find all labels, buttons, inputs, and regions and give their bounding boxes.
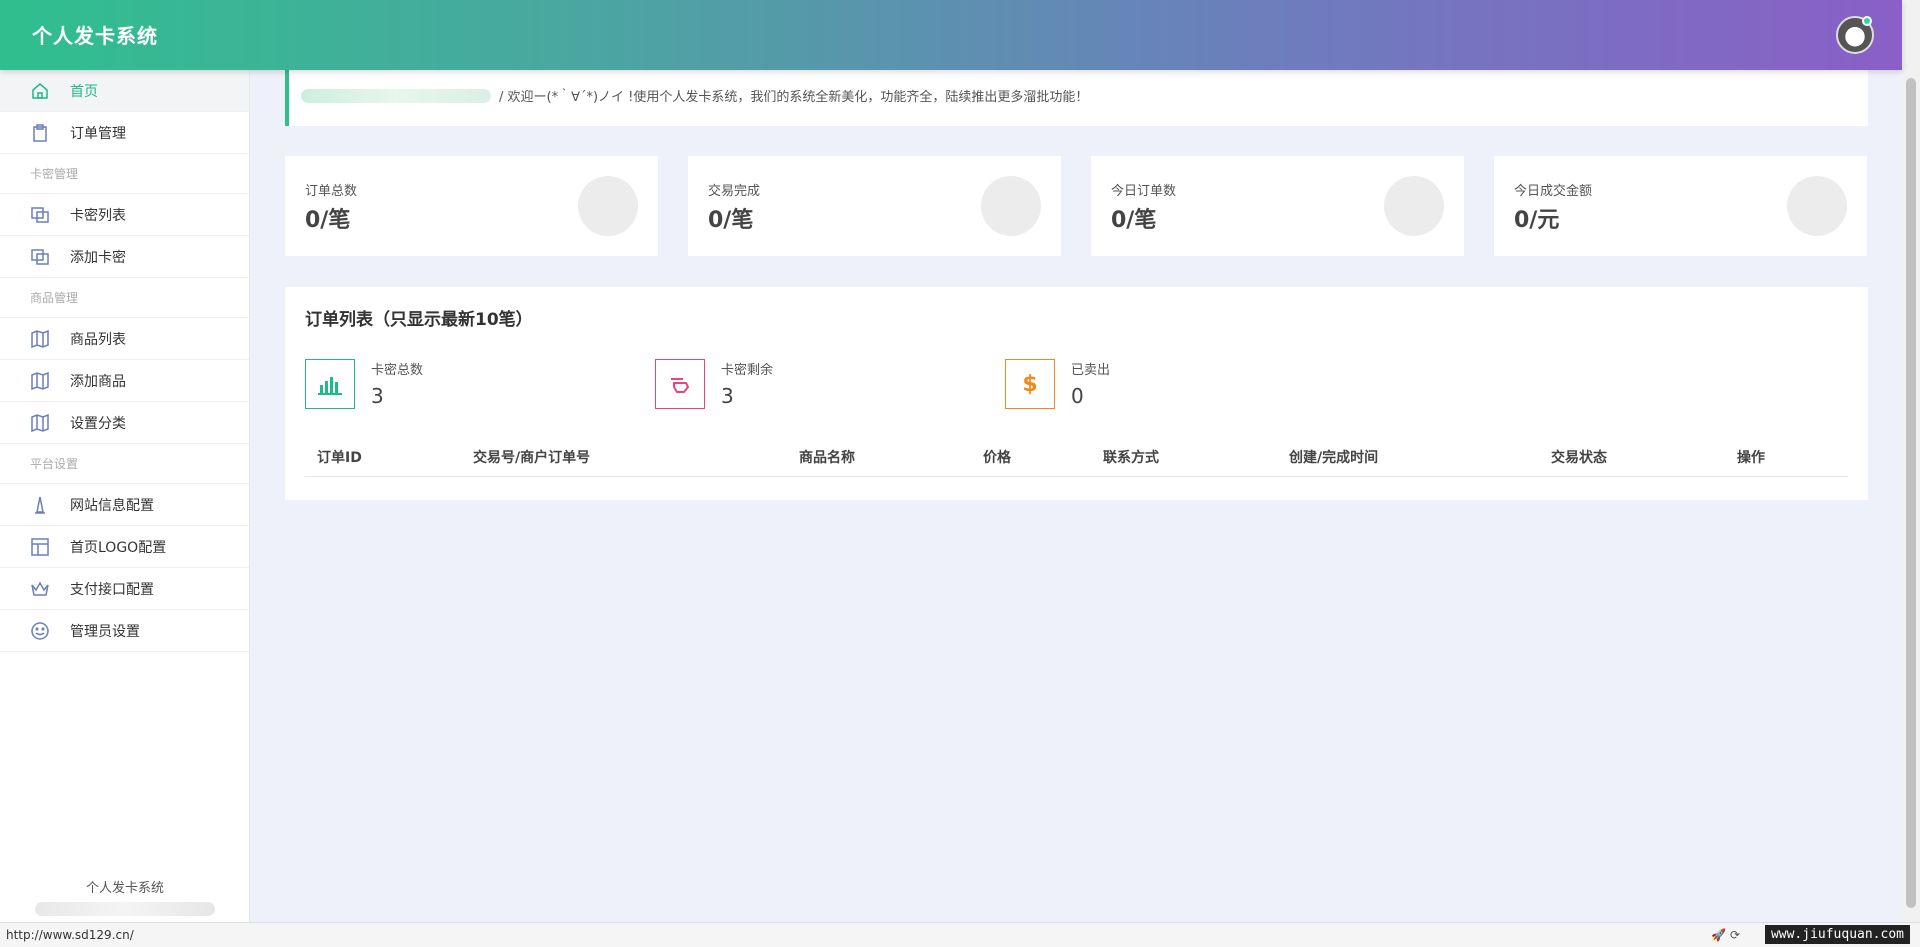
bar-chart-icon [305, 359, 355, 409]
col-time[interactable]: 创建/完成时间 [1289, 447, 1378, 467]
blurred-username [301, 88, 491, 103]
sidebar: 首页订单管理卡密管理卡密列表添加卡密商品管理商品列表添加商品设置分类平台设置网站… [0, 70, 250, 922]
brand-title[interactable]: 个人发卡系统 [32, 20, 158, 49]
tower-icon [30, 495, 50, 515]
card-value: 0/笔 [305, 208, 351, 233]
status-icons: 🚀 ⟳ [1711, 928, 1740, 942]
col-product-name[interactable]: 商品名称 [799, 447, 855, 467]
crown-icon [30, 579, 50, 599]
card-value: 0/笔 [1111, 208, 1157, 233]
stat-label: 已卖出 [1071, 363, 1111, 378]
card-today-orders: 今日订单数 0/笔 [1091, 156, 1464, 256]
card-value: 0/笔 [708, 208, 754, 233]
scrollbar-thumb[interactable] [1906, 78, 1916, 908]
sidebar-item-label: 卡密列表 [70, 207, 126, 224]
stat-card-sold: $ 已卖出 0 [1005, 359, 1110, 409]
sidebar-item[interactable]: 添加商品 [0, 360, 249, 402]
panel-title: 订单列表（只显示最新10笔） [305, 310, 533, 330]
sidebar-item[interactable]: 支付接口配置 [0, 568, 249, 610]
map-icon [30, 371, 50, 391]
page-scrollbar[interactable] [1902, 0, 1920, 922]
stat-label: 卡密总数 [371, 363, 424, 378]
sidebar-group-label: 平台设置 [0, 444, 249, 484]
watermark: www.jiufuquan.com [1764, 925, 1910, 944]
map-icon [30, 329, 50, 349]
sidebar-nav: 首页订单管理卡密管理卡密列表添加卡密商品管理商品列表添加商品设置分类平台设置网站… [0, 70, 249, 652]
sidebar-item[interactable]: 订单管理 [0, 112, 249, 154]
card-value: 0/元 [1514, 208, 1560, 233]
sidebar-group-label: 卡密管理 [0, 154, 249, 194]
col-price[interactable]: 价格 [983, 447, 1011, 467]
sidebar-item[interactable]: 添加卡密 [0, 236, 249, 278]
stat-label: 卡密剩余 [721, 363, 774, 378]
summary-cards: 订单总数 0/笔 交易完成 0/笔 今日订单数 0/笔 今日成交金额 0/元 [285, 156, 1868, 256]
stat-value: 3 [721, 384, 734, 408]
footer-brand: 个人发卡系统 [85, 881, 164, 896]
sidebar-item-label: 管理员设置 [70, 623, 140, 640]
stat-value: 3 [371, 384, 384, 408]
online-status-dot [1862, 16, 1872, 26]
home-icon [30, 81, 50, 101]
top-header: 个人发卡系统 [0, 0, 1902, 70]
copy-icon [30, 205, 50, 225]
order-list-panel: 订单列表（只显示最新10笔） 卡密总数 3 卡密剩余 3 $ 已卖出 0 订单I… [285, 287, 1868, 500]
col-contact[interactable]: 联系方式 [1103, 447, 1159, 467]
sidebar-item-label: 支付接口配置 [70, 581, 154, 598]
sidebar-item-label: 首页LOGO配置 [70, 539, 167, 556]
browser-status-bar: http://www.sd129.cn/ 🚀 ⟳ www.jiufuquan.c… [0, 922, 1920, 947]
card-icon-placeholder [578, 176, 638, 236]
card-label: 交易完成 [708, 184, 761, 199]
welcome-text: / 欢迎ー(*｀∀´*)ノイ !使用个人发卡系统，我们的系统全新美化，功能齐全，… [499, 90, 1089, 105]
sidebar-item-label: 添加商品 [70, 373, 126, 390]
card-label: 今日订单数 [1111, 184, 1177, 199]
sidebar-item[interactable]: 卡密列表 [0, 194, 249, 236]
card-total-orders: 订单总数 0/笔 [285, 156, 658, 256]
sidebar-item[interactable]: 管理员设置 [0, 610, 249, 652]
copy-icon [30, 247, 50, 267]
sidebar-item[interactable]: 设置分类 [0, 402, 249, 444]
sidebar-item-label: 设置分类 [70, 415, 126, 432]
card-icon-placeholder [1787, 176, 1847, 236]
dollar-icon: $ [1005, 359, 1055, 409]
status-url: http://www.sd129.cn/ [6, 928, 134, 942]
order-table-header: 订单ID 交易号/商户订单号 商品名称 价格 联系方式 创建/完成时间 交易状态… [305, 435, 1848, 477]
card-completed: 交易完成 0/笔 [688, 156, 1061, 256]
card-icon-placeholder [981, 176, 1041, 236]
stat-card-total: 卡密总数 3 [305, 359, 423, 409]
stat-value: 0 [1071, 384, 1084, 408]
sidebar-footer: 个人发卡系统 [0, 877, 250, 916]
sidebar-item-label: 首页 [70, 83, 98, 100]
stat-card-remaining: 卡密剩余 3 [655, 359, 773, 409]
card-icon-placeholder [1384, 176, 1444, 236]
sidebar-item-label: 网站信息配置 [70, 497, 154, 514]
sidebar-group-label: 商品管理 [0, 278, 249, 318]
col-trade-no[interactable]: 交易号/商户订单号 [473, 447, 590, 467]
sidebar-item-label: 添加卡密 [70, 249, 126, 266]
sidebar-item[interactable]: 首页 [0, 70, 249, 112]
col-order-id[interactable]: 订单ID [317, 447, 362, 467]
sidebar-item-label: 订单管理 [70, 125, 126, 142]
hand-icon [655, 359, 705, 409]
blurred-footer-text [35, 902, 215, 916]
sidebar-item[interactable]: 网站信息配置 [0, 484, 249, 526]
sidebar-item[interactable]: 首页LOGO配置 [0, 526, 249, 568]
card-label: 今日成交金额 [1514, 184, 1593, 199]
col-actions[interactable]: 操作 [1737, 447, 1765, 467]
sidebar-item-label: 商品列表 [70, 331, 126, 348]
layout-icon [30, 537, 50, 557]
smile-icon [30, 621, 50, 641]
card-today-amount: 今日成交金额 0/元 [1494, 156, 1867, 256]
col-status[interactable]: 交易状态 [1551, 447, 1607, 467]
sidebar-item[interactable]: 商品列表 [0, 318, 249, 360]
clipboard-icon [30, 123, 50, 143]
map-icon [30, 413, 50, 433]
card-label: 订单总数 [305, 184, 358, 199]
